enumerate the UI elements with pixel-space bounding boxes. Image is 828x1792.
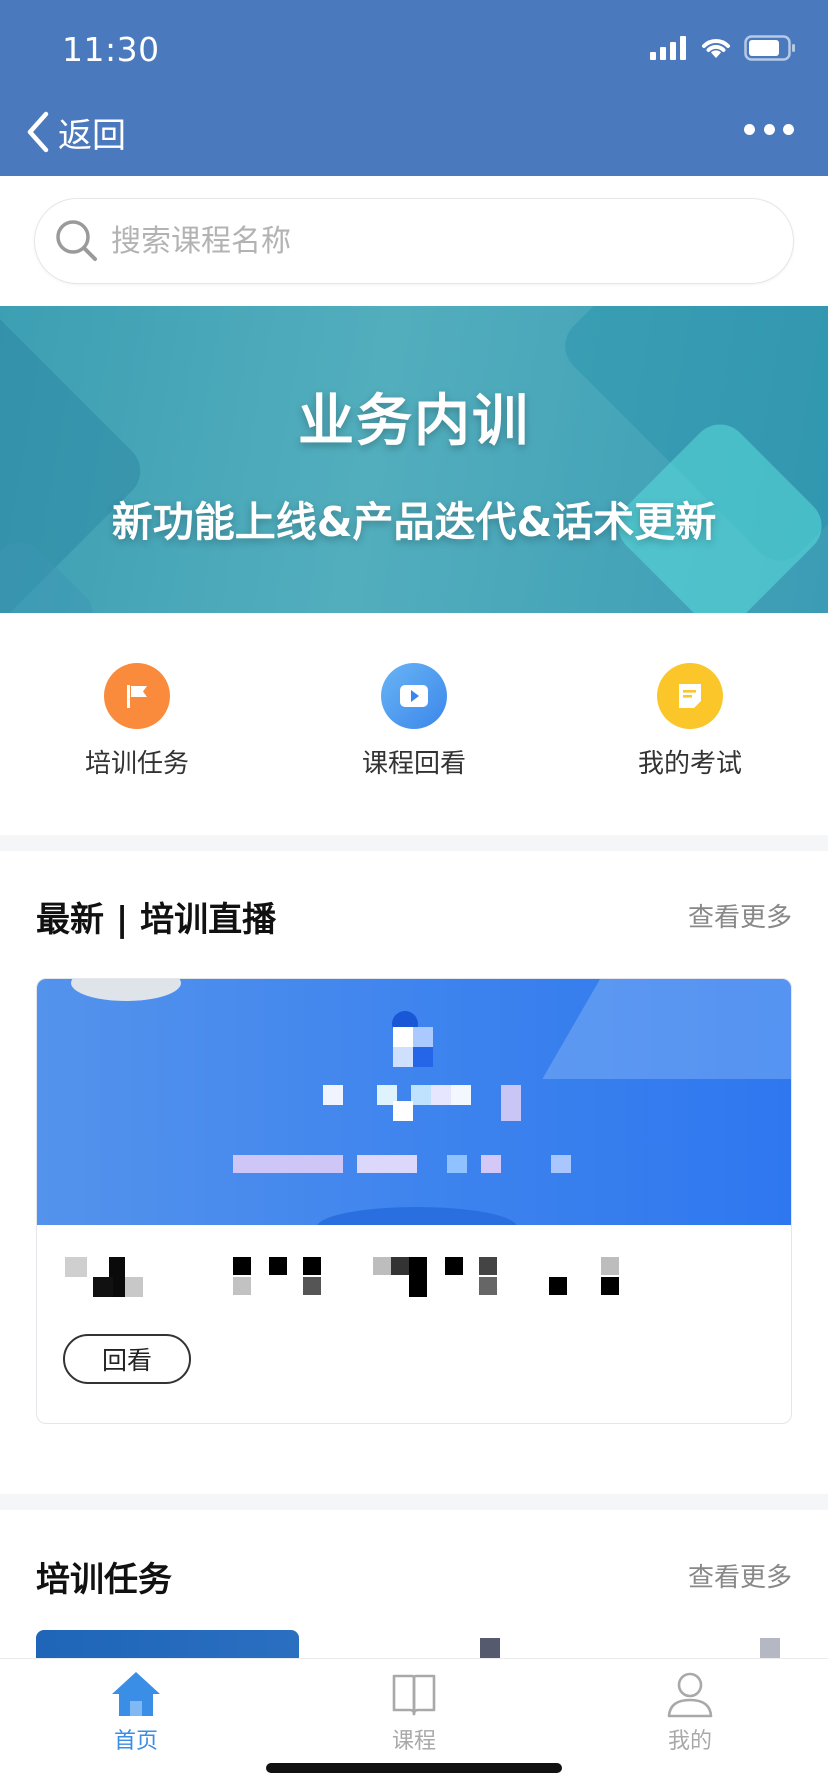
pixelated-block <box>451 1085 471 1105</box>
more-options-button[interactable] <box>744 114 794 144</box>
quick-actions: 培训任务 课程回看 我的考试 <box>0 613 828 835</box>
play-icon <box>381 663 447 729</box>
pixelated-block <box>431 1085 451 1105</box>
tab-course-label: 课程 <box>391 1729 436 1754</box>
status-bar: 11:30 <box>0 0 828 100</box>
quick-action-label: 我的考试 <box>637 749 742 779</box>
cover-decor <box>542 979 791 1079</box>
pixelated-block <box>323 1085 343 1105</box>
section-divider <box>0 1494 828 1510</box>
search-box[interactable] <box>34 198 794 284</box>
pixelated-block <box>551 1155 571 1173</box>
task-thumbnail[interactable] <box>36 1630 299 1660</box>
pixelated-block <box>393 1047 413 1067</box>
more-dot-icon <box>744 123 755 135</box>
exam-note-icon <box>657 663 723 729</box>
tab-bar: 首页 课程 我的 <box>0 1658 828 1792</box>
pixelated-block <box>413 1027 433 1047</box>
live-card-title-pixelated <box>65 1257 765 1301</box>
section-divider <box>0 835 828 851</box>
live-more-link[interactable]: 查看更多 <box>688 897 792 934</box>
nav-bar: 返回 <box>0 100 828 176</box>
signal-icon <box>650 36 686 60</box>
pixelated-block <box>447 1155 467 1173</box>
live-card[interactable]: 回看 <box>36 978 792 1424</box>
cover-decor <box>317 1207 517 1225</box>
search-area <box>0 176 828 306</box>
quick-action-label: 课程回看 <box>361 749 466 779</box>
tab-course[interactable]: 课程 <box>334 1667 494 1755</box>
battery-icon <box>744 35 795 61</box>
quick-action-my-exam[interactable]: 我的考试 <box>590 663 790 780</box>
pixelated-block <box>233 1155 343 1173</box>
more-dot-icon <box>783 123 794 135</box>
live-card-cover <box>37 979 791 1225</box>
pixelated-block <box>501 1085 521 1121</box>
task-more-link[interactable]: 查看更多 <box>688 1557 792 1594</box>
back-label: 返回 <box>58 115 126 156</box>
flag-icon <box>104 663 170 729</box>
user-icon <box>663 1667 717 1721</box>
banner-subtitle: 新功能上线&产品迭代&话术更新 <box>111 498 717 546</box>
pixelated-block <box>393 1027 413 1047</box>
pixelated-block <box>411 1085 431 1105</box>
search-icon <box>56 220 97 261</box>
live-section-title: 最新 | 培训直播 <box>36 900 277 940</box>
pixelated-block <box>760 1638 780 1658</box>
banner[interactable]: 业务内训 新功能上线&产品迭代&话术更新 <box>0 306 828 613</box>
tab-mine[interactable]: 我的 <box>610 1667 770 1755</box>
pixelated-block <box>393 1101 413 1121</box>
more-dot-icon <box>763 123 775 135</box>
replay-button[interactable]: 回看 <box>63 1334 191 1384</box>
wifi-icon <box>702 39 730 58</box>
status-icons <box>650 34 796 62</box>
pixelated-block <box>480 1638 500 1658</box>
status-time: 11:30 <box>62 30 160 69</box>
pixelated-block <box>413 1047 433 1067</box>
cover-decor <box>71 979 181 1001</box>
quick-action-label: 培训任务 <box>84 749 189 779</box>
back-button[interactable]: 返回 <box>24 108 126 156</box>
search-input[interactable] <box>111 223 751 259</box>
pixelated-block <box>357 1155 417 1173</box>
banner-title: 业务内训 <box>298 389 530 454</box>
task-section-title: 培训任务 <box>36 1560 172 1600</box>
book-icon <box>387 1667 441 1721</box>
tab-home-label: 首页 <box>113 1729 158 1754</box>
home-indicator <box>266 1763 562 1773</box>
chevron-left-icon <box>27 111 49 153</box>
pixelated-block <box>481 1155 501 1173</box>
header: 11:30 返回 <box>0 0 828 176</box>
tab-home[interactable]: 首页 <box>56 1667 216 1755</box>
quick-action-training-task[interactable]: 培训任务 <box>37 663 237 780</box>
home-icon <box>109 1667 163 1721</box>
tab-mine-label: 我的 <box>667 1729 712 1754</box>
quick-action-course-replay[interactable]: 课程回看 <box>314 663 514 780</box>
